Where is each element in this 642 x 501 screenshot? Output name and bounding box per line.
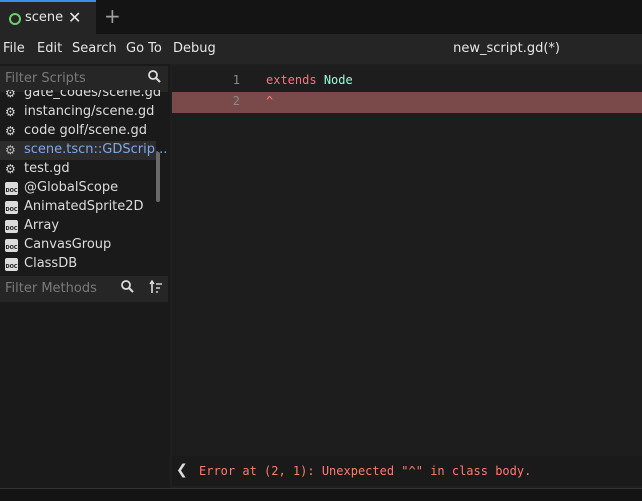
sort-icon[interactable] — [149, 279, 163, 298]
script-item-scene-tscn[interactable]: ⚙ scene.tscn::GDScrip... — [0, 141, 167, 160]
doc-icon: DOC — [5, 258, 18, 271]
list-item: test.gd — [24, 161, 70, 176]
script-item-gate-codes[interactable]: ⚙ gate_codes/scene.gd — [0, 90, 161, 103]
bottom-panel-divider — [0, 488, 642, 501]
list-item: Array — [24, 218, 60, 233]
list-item: AnimatedSprite2D — [24, 199, 144, 214]
doc-icon: DOC — [5, 182, 18, 195]
doc-icon: DOC — [5, 220, 18, 233]
search-icon — [121, 280, 134, 297]
scripts-panel: Filter Scripts ⚙ gate_codes/scene.gd ⚙ i… — [0, 64, 170, 500]
list-item: gate_codes/scene.gd — [24, 90, 162, 100]
error-message[interactable]: Error at (2, 1): Unexpected "^" in class… — [199, 464, 531, 478]
gear-icon: ⚙ — [5, 105, 16, 119]
scene-status-icon — [9, 13, 21, 25]
script-item-test-gd[interactable]: ⚙ test.gd — [0, 160, 156, 179]
script-title: new_script.gd(*) — [453, 41, 560, 56]
menu-edit[interactable]: Edit — [37, 41, 62, 56]
script-item-globalscope[interactable]: DOC @GlobalScope — [0, 179, 156, 198]
script-item-animatedsprite2d[interactable]: DOC AnimatedSprite2D — [0, 198, 156, 217]
list-item: code golf/scene.gd — [24, 123, 148, 138]
filter-methods-input[interactable]: Filter Methods — [0, 276, 168, 302]
gear-icon: ⚙ — [5, 162, 16, 176]
code-text: extends Node — [266, 73, 353, 87]
collapse-icon[interactable]: ❮ — [176, 462, 188, 478]
doc-icon: DOC — [5, 239, 18, 252]
tab-label: scene — [25, 10, 64, 25]
filter-scripts-input[interactable]: Filter Scripts — [0, 66, 168, 92]
status-bar: ❮ Error at (2, 1): Unexpected "^" in cla… — [172, 456, 642, 486]
code-line-error: 2 ^ — [172, 92, 642, 113]
script-item-classdb[interactable]: DOC ClassDB — [0, 255, 156, 272]
code-line: 1 extends Node — [172, 71, 642, 92]
add-tab-icon[interactable]: + — [104, 4, 121, 28]
type-name: Node — [323, 73, 353, 87]
line-number: 1 — [232, 73, 240, 87]
script-item-array[interactable]: DOC Array — [0, 217, 156, 236]
gear-icon: ⚙ — [5, 124, 16, 138]
line-number: 2 — [232, 94, 240, 108]
gear-icon: ⚙ — [5, 90, 16, 100]
menu-bar: File Edit Search Go To Debug new_script.… — [0, 34, 642, 64]
list-item: scene.tscn::GDScrip... — [24, 142, 168, 157]
tab-bar: scene ✕ + — [0, 0, 642, 34]
menu-search[interactable]: Search — [72, 41, 117, 56]
doc-icon: DOC — [5, 201, 18, 214]
list-item: instancing/scene.gd — [24, 104, 155, 119]
script-item-code-golf[interactable]: ⚙ code golf/scene.gd — [0, 122, 156, 141]
list-item: ClassDB — [24, 256, 78, 271]
keyword: extends — [266, 73, 317, 87]
code-text: ^ — [266, 94, 274, 108]
scrollbar[interactable] — [156, 152, 160, 202]
list-item: CanvasGroup — [24, 237, 112, 252]
script-item-instancing[interactable]: ⚙ instancing/scene.gd — [0, 103, 156, 122]
menu-debug[interactable]: Debug — [173, 41, 216, 56]
methods-list — [0, 302, 168, 500]
script-list: ⚙ gate_codes/scene.gd ⚙ instancing/scene… — [0, 90, 168, 272]
menu-go-to[interactable]: Go To — [126, 41, 162, 56]
script-item-canvasgroup[interactable]: DOC CanvasGroup — [0, 236, 156, 255]
filter-scripts-placeholder: Filter Scripts — [5, 71, 86, 86]
tab-scene[interactable]: scene ✕ — [0, 0, 96, 34]
gear-outline-icon: ⚙ — [5, 143, 16, 157]
close-icon[interactable]: ✕ — [68, 8, 81, 27]
list-item: @GlobalScope — [24, 180, 119, 195]
code-editor[interactable]: 1 extends Node 2 ^ — [172, 66, 642, 456]
search-icon — [148, 70, 161, 87]
menu-file[interactable]: File — [3, 41, 25, 56]
filter-methods-placeholder: Filter Methods — [5, 281, 97, 296]
